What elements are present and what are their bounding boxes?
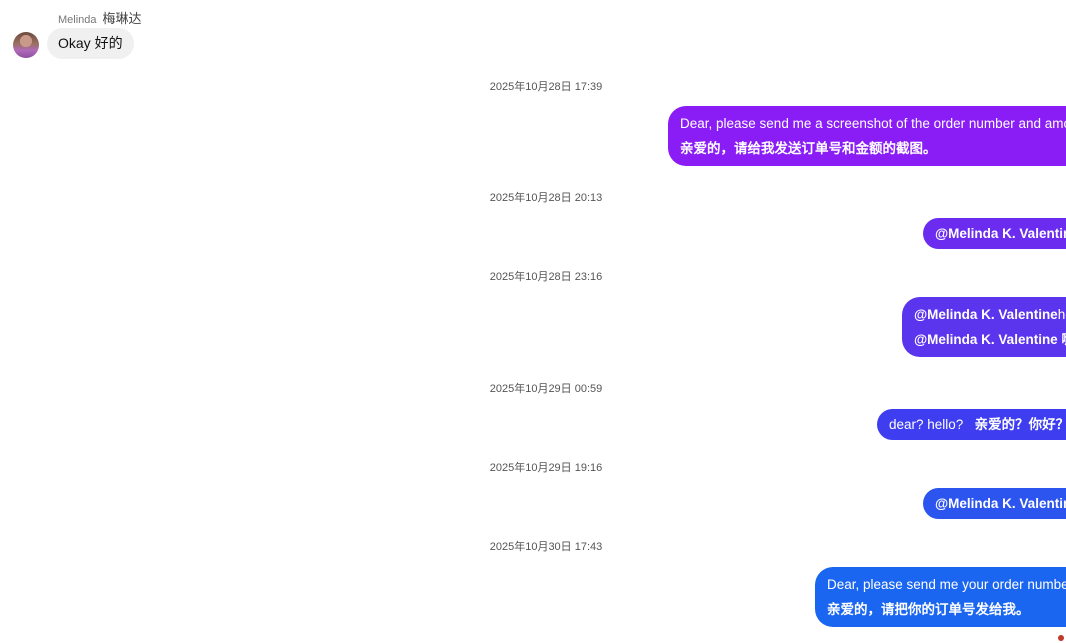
message-line-2: @Melinda K. Valentine 嗨？ [914, 332, 1066, 347]
message-text-en: Dear, please send me your order number. [827, 577, 1066, 592]
status-dot-icon [1058, 635, 1064, 641]
message-line-1: @Melinda K. Valentinehello? [914, 302, 1066, 327]
avatar[interactable] [13, 32, 39, 58]
outgoing-message-bubble[interactable]: Dear, please send me your order number. … [815, 567, 1066, 627]
mention-text: @Melinda K. Valentine [914, 307, 1058, 322]
message-text: hello? [1057, 307, 1066, 322]
message-text-zh: 亲爱的？你好？ [974, 417, 1066, 432]
outgoing-message-bubble[interactable]: Dear, please send me a screenshot of the… [668, 106, 1066, 166]
message-text-zh: 亲爱的，请给我发送订单号和金额的截图。 [680, 141, 937, 156]
outgoing-message-bubble[interactable]: @Melinda K. Valentine [923, 488, 1066, 519]
chat-thread: Melinda 梅琳达 Okay 好的 2025年10月28日 17:39 Dea… [0, 0, 1066, 643]
outgoing-message-bubble[interactable]: @Melinda K. Valentinehello? @Melinda K. … [902, 297, 1066, 357]
timestamp: 2025年10月30日 17:43 [489, 541, 603, 553]
timestamp: 2025年10月29日 00:59 [489, 383, 603, 395]
mention-text: @Melinda K. Valentine [935, 496, 1066, 511]
message-text-en: Dear, please send me a screenshot of the… [680, 116, 1066, 131]
sender-name: Melinda 梅琳达 [58, 8, 142, 27]
mention-text: @Melinda K. Valentine [935, 226, 1066, 241]
timestamp: 2025年10月28日 20:13 [489, 192, 603, 204]
timestamp: 2025年10月28日 17:39 [489, 81, 603, 93]
outgoing-message-bubble[interactable]: dear? hello? 亲爱的？你好？ [877, 409, 1066, 440]
message-text-en: dear? hello? [889, 417, 964, 432]
message-text-zh: 亲爱的，请把你的订单号发给我。 [827, 602, 1030, 617]
outgoing-message-bubble[interactable]: @Melinda K. Valentine [923, 218, 1066, 249]
sender-name-zh: 梅琳达 [102, 11, 142, 26]
incoming-message-bubble[interactable]: Okay 好的 [47, 28, 134, 59]
sender-name-en: Melinda [58, 14, 97, 26]
timestamp: 2025年10月28日 23:16 [489, 271, 603, 283]
timestamp: 2025年10月29日 19:16 [489, 462, 603, 474]
